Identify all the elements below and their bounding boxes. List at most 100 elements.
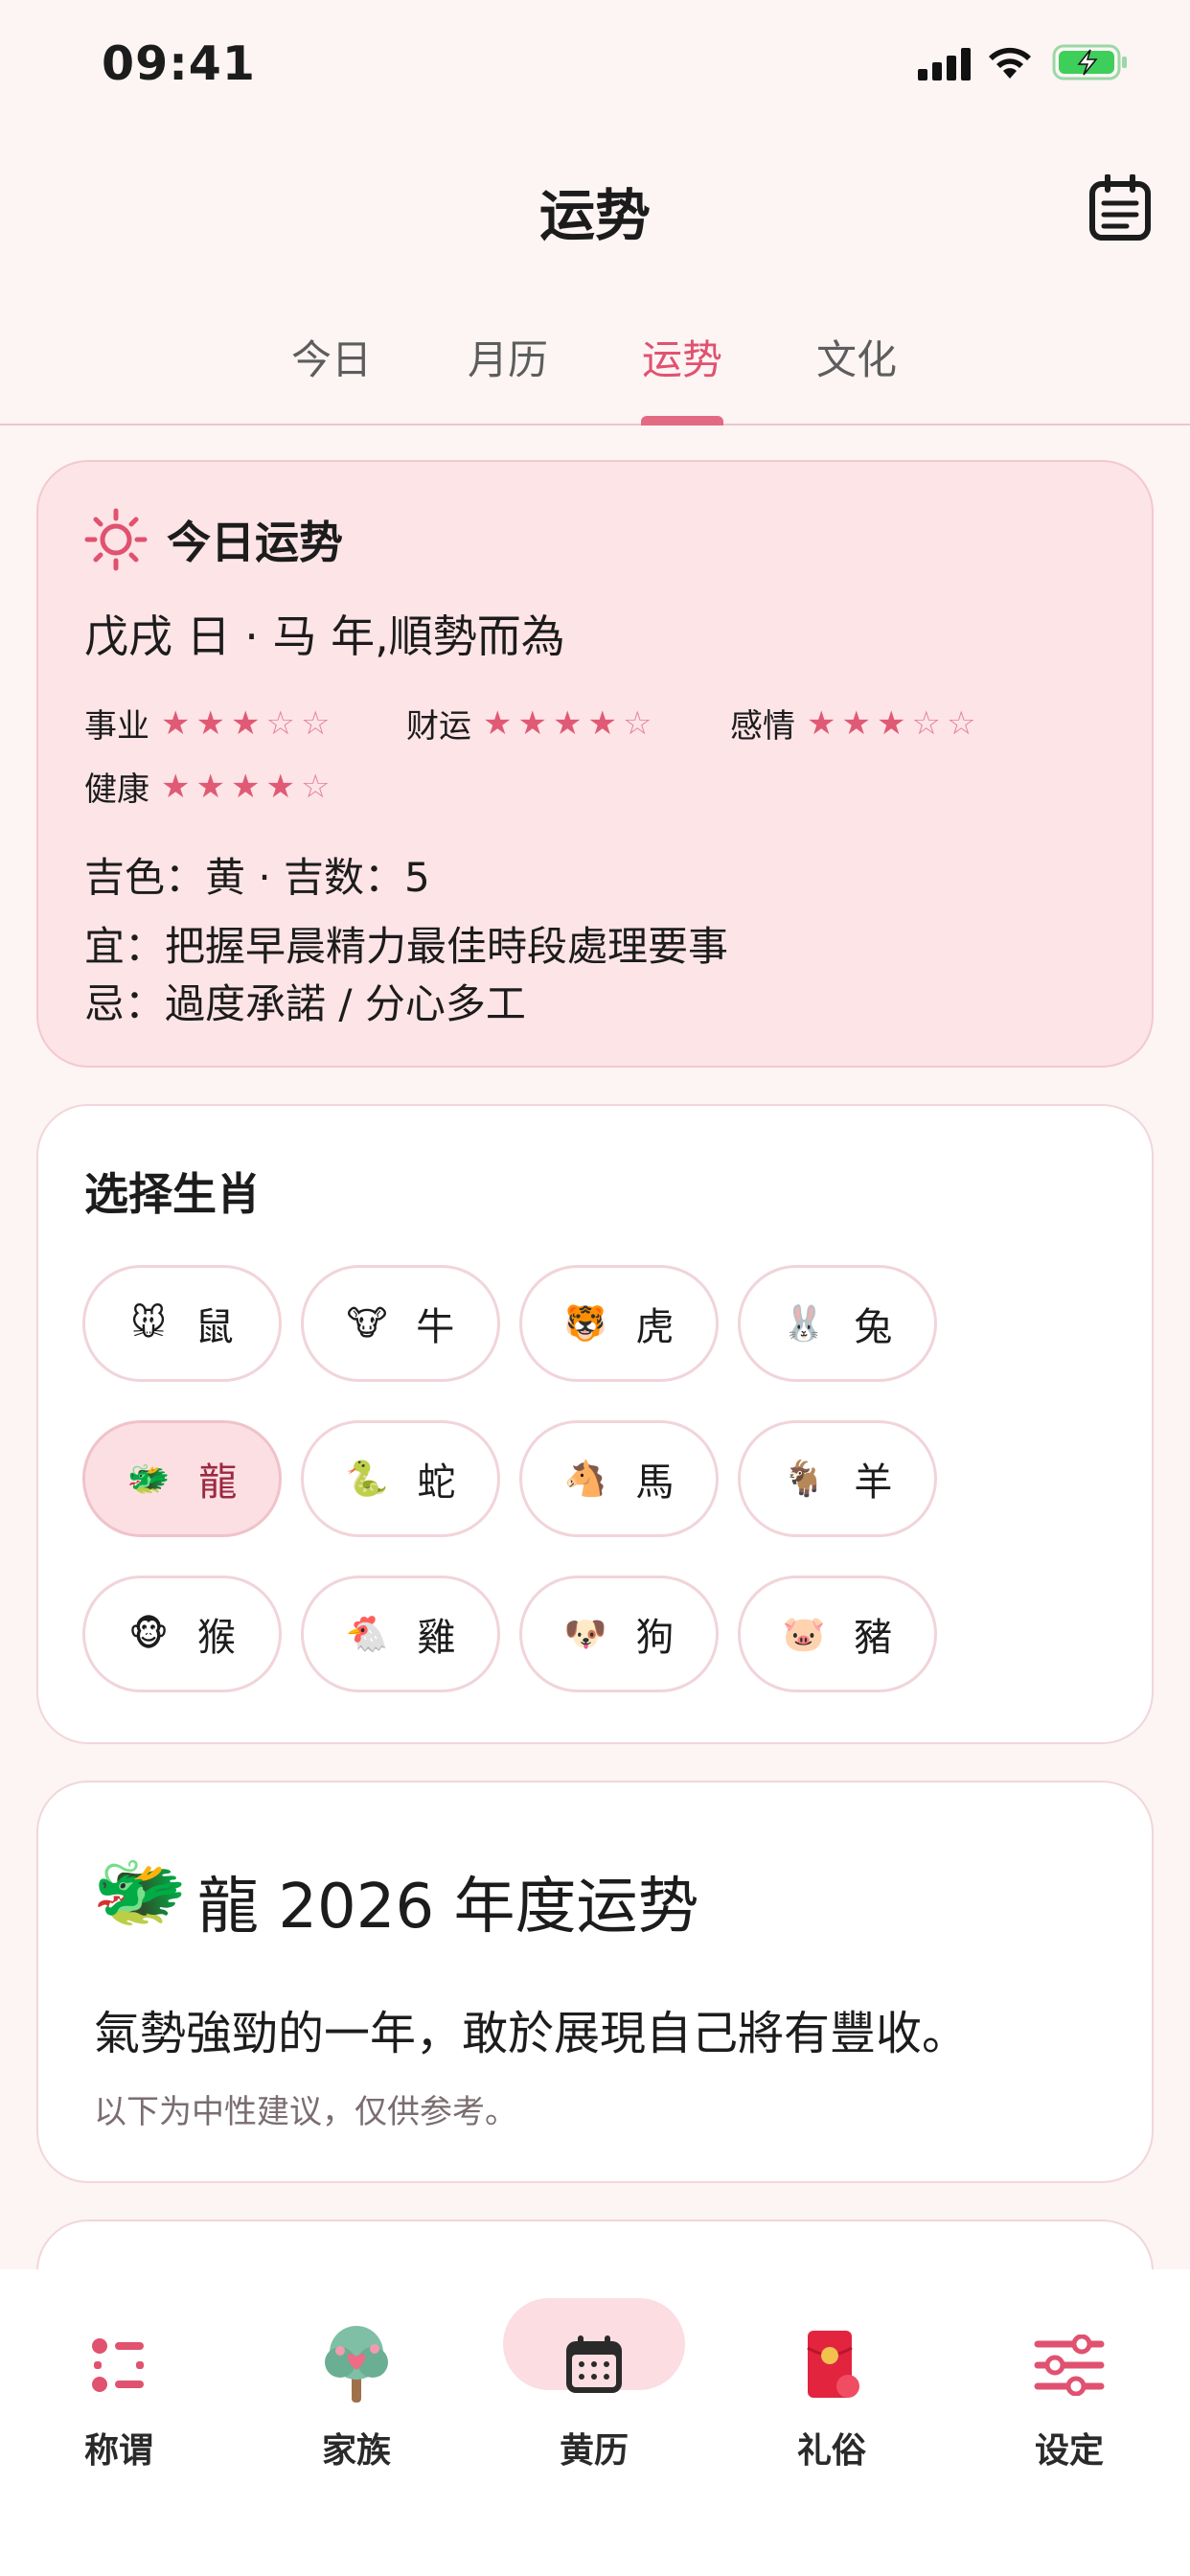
zodiac-chip-pig[interactable]: 🐷 豬: [738, 1576, 937, 1692]
yearly-text: 氣勢強勁的一年，敢於展現自己將有豐收。: [94, 2007, 969, 2060]
dragon-icon: 🐲: [126, 1460, 171, 1499]
rating-stars: ★ ★ ★ ☆ ☆: [807, 707, 975, 740]
zodiac-chip-monkey[interactable]: 🐵 猴: [82, 1576, 282, 1692]
rating-label: 感情: [730, 707, 795, 746]
zodiac-label: 雞: [417, 1616, 456, 1660]
horse-icon: 🐴: [563, 1460, 607, 1499]
rat-icon: 🐭: [130, 1303, 167, 1344]
zodiac-chip-snake[interactable]: 🐍 蛇: [301, 1420, 500, 1537]
lucky-info: 吉色：黄 · 吉数：5: [84, 854, 430, 901]
rabbit-icon: 🐰: [782, 1304, 826, 1344]
nav-family[interactable]: 家族: [238, 2269, 475, 2557]
grid-nodes-icon: [92, 2338, 144, 2392]
status-time: 09:41: [102, 36, 256, 91]
yearly-title: 龍 2026 年度运势: [197, 1872, 699, 1943]
zodiac-chip-rabbit[interactable]: 🐰 兔: [738, 1265, 937, 1382]
nav-label: 黄历: [559, 2431, 629, 2471]
tab-today[interactable]: 今日: [245, 328, 418, 386]
snake-icon: 🐍: [345, 1460, 389, 1499]
battery-charging-icon: [1052, 44, 1127, 80]
star-filled-icon: ★: [265, 767, 295, 806]
red-envelope-icon: [807, 2331, 859, 2398]
cellular-signal-icon: [918, 48, 971, 80]
rooster-icon: 🐔: [345, 1615, 389, 1654]
zodiac-select-card: 选择生肖 🐭 鼠 🐮 牛 🐯 虎 🐰 兔 🐲 龍 🐍 蛇 🐴 馬 🐐 羊 🐵 猴 🐔 雞 🐶 狗 🐷 豬: [36, 1104, 1154, 1744]
star-filled-icon: ★: [195, 767, 225, 806]
star-empty-icon: ☆: [300, 767, 331, 806]
zodiac-chip-horse[interactable]: 🐴 馬: [519, 1420, 719, 1537]
yearly-fortune-card: 🐲 龍 2026 年度运势 氣勢強勁的一年，敢於展現自己將有豐收。 以下为中性建…: [36, 1781, 1154, 2183]
star-filled-icon: ★: [517, 703, 547, 743]
tiger-icon: 🐯: [563, 1304, 607, 1344]
zodiac-label: 狗: [635, 1616, 675, 1660]
nav-settings[interactable]: 设定: [950, 2269, 1188, 2557]
ox-icon: 🐮: [346, 1303, 388, 1344]
tab-indicator: [641, 416, 723, 426]
rating-stars: ★ ★ ★ ★ ☆: [483, 707, 652, 740]
star-filled-icon: ★: [841, 703, 871, 743]
zodiac-chip-dragon[interactable]: 🐲 龍: [82, 1420, 282, 1537]
zodiac-label: 馬: [635, 1460, 675, 1505]
star-empty-icon: ☆: [911, 703, 941, 743]
rating-label: 事业: [84, 707, 149, 746]
rating-wealth: 财运 ★ ★ ★ ★ ☆: [406, 700, 652, 747]
sun-icon: [84, 508, 148, 571]
tab-culture[interactable]: 文化: [770, 328, 943, 386]
nav-customs[interactable]: 礼俗: [713, 2269, 950, 2557]
nav-label: 家族: [321, 2431, 391, 2471]
rating-love: 感情 ★ ★ ★ ☆ ☆: [730, 700, 975, 747]
star-empty-icon: ☆: [622, 703, 652, 743]
zodiac-label: 兔: [854, 1305, 893, 1349]
star-filled-icon: ★: [587, 703, 617, 743]
rating-label: 财运: [406, 707, 471, 746]
nav-label: 称谓: [83, 2431, 153, 2471]
nav-label: 设定: [1034, 2431, 1104, 2471]
zodiac-label: 猴: [196, 1616, 236, 1660]
fortune-do: 宜：把握早晨精力最佳時段處理要事: [84, 923, 729, 970]
zodiac-chip-rooster[interactable]: 🐔 雞: [301, 1576, 500, 1692]
rating-label: 健康: [84, 770, 149, 809]
nav-titles[interactable]: 称谓: [0, 2269, 238, 2557]
app-header: 运势: [0, 153, 1190, 259]
zodiac-chip-ox[interactable]: 🐮 牛: [301, 1265, 500, 1382]
zodiac-label: 鼠: [195, 1305, 234, 1349]
rating-career: 事业 ★ ★ ★ ☆ ☆: [84, 700, 330, 747]
zodiac-chip-dog[interactable]: 🐶 狗: [519, 1576, 719, 1692]
rating-stars: ★ ★ ★ ★ ☆: [161, 770, 330, 803]
star-empty-icon: ☆: [946, 703, 976, 743]
zodiac-chip-rat[interactable]: 🐭 鼠: [82, 1265, 282, 1382]
zodiac-label: 羊: [854, 1460, 893, 1505]
tab-calendar[interactable]: 月历: [422, 328, 594, 386]
family-tree-icon: [325, 2326, 388, 2403]
star-filled-icon: ★: [552, 703, 583, 743]
status-bar: 09:41: [0, 0, 1190, 134]
bottom-nav: 称谓 家族 黄历 礼俗 设定: [0, 2269, 1190, 2576]
calendar-icon: [566, 2335, 622, 2393]
star-empty-icon: ☆: [265, 703, 295, 743]
nav-label: 礼俗: [796, 2431, 866, 2471]
fortune-subtitle: 戊戌 日 · 马 年,順勢而為: [84, 610, 565, 662]
star-filled-icon: ★: [195, 703, 225, 743]
zodiac-label: 豬: [854, 1616, 893, 1660]
nav-almanac[interactable]: 黄历: [475, 2269, 713, 2557]
monkey-icon: 🐵: [128, 1614, 169, 1654]
sliders-icon: [1034, 2334, 1105, 2396]
pig-icon: 🐷: [782, 1615, 826, 1654]
dog-icon: 🐶: [563, 1615, 607, 1654]
star-filled-icon: ★: [230, 767, 261, 806]
notes-icon[interactable]: [1088, 174, 1152, 242]
zodiac-label: 龍: [198, 1460, 238, 1505]
fortune-title: 今日运势: [167, 517, 343, 568]
wifi-icon: [989, 47, 1031, 79]
zodiac-chip-goat[interactable]: 🐐 羊: [738, 1420, 937, 1537]
star-empty-icon: ☆: [300, 703, 331, 743]
rating-stars: ★ ★ ★ ☆ ☆: [161, 707, 330, 740]
fortune-header: 今日运势: [84, 508, 343, 571]
today-fortune-card: 今日运势 戊戌 日 · 马 年,順勢而為 事业 ★ ★ ★ ☆ ☆ 财运 ★ ★ ★ ★ ☆ 感…: [36, 460, 1154, 1068]
page-title: 运势: [538, 183, 651, 248]
tab-fortune[interactable]: 运势: [596, 328, 768, 386]
star-filled-icon: ★: [483, 703, 513, 743]
zodiac-chip-tiger[interactable]: 🐯 虎: [519, 1265, 719, 1382]
zodiac-label: 虎: [635, 1305, 675, 1349]
star-filled-icon: ★: [161, 703, 191, 743]
